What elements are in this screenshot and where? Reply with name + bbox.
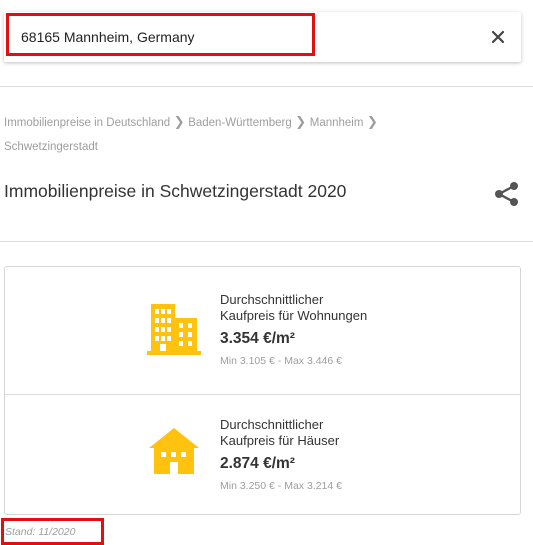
- price-label-line2: Kaufpreis für Häuser: [220, 433, 340, 448]
- breadcrumb-germany[interactable]: Immobilienpreise in Deutschland: [4, 117, 170, 129]
- price-range: Min 3.105 € - Max 3.446 €: [220, 355, 342, 367]
- apartment-price-text: Durchschnittlicher Kaufpreis für Wohnung…: [220, 292, 367, 367]
- breadcrumb: Immobilienpreise in Deutschland ❯ Baden-Wü…: [4, 110, 524, 159]
- house-price-text: Durchschnittlicher Kaufpreis für Häuser …: [220, 417, 342, 492]
- close-icon: [491, 30, 505, 44]
- share-icon: [495, 182, 518, 206]
- house-icon: [149, 428, 199, 474]
- chevron-right-icon: ❯: [367, 114, 378, 129]
- price-label-line1: Durchschnittlicher: [220, 292, 324, 307]
- price-label-line1: Durchschnittlicher: [220, 417, 324, 432]
- breadcrumb-mannheim[interactable]: Mannheim: [310, 117, 364, 129]
- clear-search-button[interactable]: [485, 24, 511, 50]
- price-range: Min 3.250 € - Max 3.214 €: [220, 480, 342, 492]
- price-card: Durchschnittlicher Kaufpreis für Wohnung…: [4, 266, 521, 515]
- chevron-right-icon: ❯: [173, 114, 185, 129]
- location-search-bar: [4, 12, 521, 62]
- price-label-line2: Kaufpreis für Wohnungen: [220, 308, 368, 323]
- content-divider: [0, 241, 533, 242]
- apartment-buildings-icon: [147, 304, 201, 355]
- share-button[interactable]: [492, 180, 522, 208]
- chevron-right-icon: ❯: [295, 114, 307, 129]
- price-value: 3.354 €/m²: [220, 330, 295, 347]
- location-search-input[interactable]: [21, 29, 351, 45]
- house-price-row: Durchschnittlicher Kaufpreis für Häuser …: [5, 395, 520, 522]
- price-value: 2.874 €/m²: [220, 455, 295, 472]
- breadcrumb-schwetzingerstadt[interactable]: Schwetzingerstadt: [4, 141, 98, 153]
- page-title: Immobilienpreise in Schwetzingerstadt 20…: [4, 181, 347, 201]
- data-date-note: Stand: 11/2020: [5, 526, 76, 538]
- apartment-price-row: Durchschnittlicher Kaufpreis für Wohnung…: [5, 267, 520, 394]
- header-divider: [0, 86, 533, 87]
- breadcrumb-baden-wuerttemberg[interactable]: Baden-Württemberg: [188, 117, 292, 129]
